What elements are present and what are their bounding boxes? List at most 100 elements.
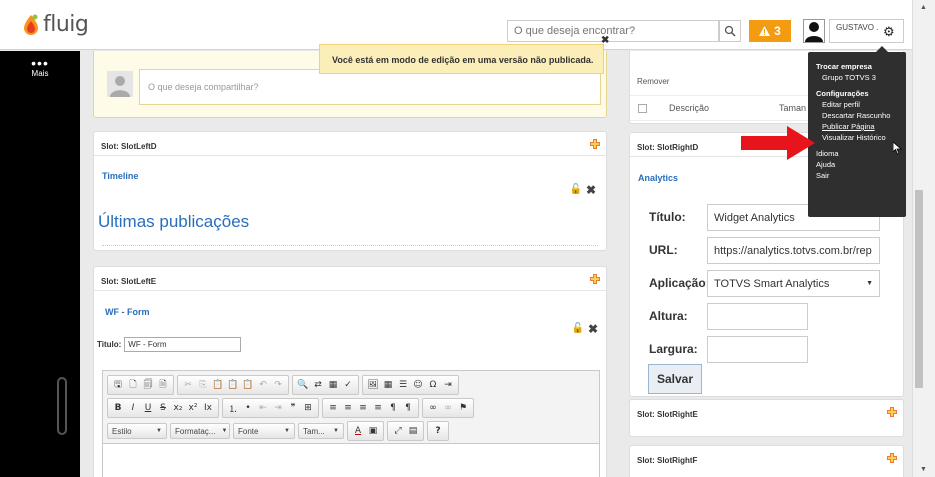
format-combo[interactable]: Formataç... ▼ [170, 423, 230, 439]
height-input[interactable] [707, 303, 808, 330]
page-scrollbar[interactable]: ▲ ▼ [912, 0, 935, 477]
search-box[interactable] [507, 20, 719, 42]
strike-icon[interactable]: S [156, 401, 170, 415]
smiley-icon[interactable]: ☺ [411, 378, 425, 392]
numbered-list-icon[interactable]: ⒈ [226, 401, 240, 415]
underline-icon[interactable]: U [141, 401, 155, 415]
show-blocks-icon[interactable]: ▤ [406, 424, 420, 438]
replace-icon[interactable]: ⇄ [311, 378, 325, 392]
col-description[interactable]: Descrição [669, 103, 709, 113]
menu-edit-profile[interactable]: Editar perfil [808, 99, 906, 110]
new-page-icon[interactable]: 🗋 [126, 378, 140, 392]
title-field-input[interactable]: WF - Form [124, 337, 242, 352]
outdent-icon[interactable]: ⇤ [256, 401, 270, 415]
maximize-icon[interactable]: ⤢ [391, 424, 405, 438]
unlink-icon[interactable]: ∞ [441, 401, 455, 415]
lock-icon[interactable]: 🔓 [570, 184, 582, 195]
italic-icon[interactable]: I [126, 401, 140, 415]
cut-icon[interactable]: ✂ [181, 378, 195, 392]
rtl-icon[interactable]: ¶ [401, 401, 415, 415]
ltr-icon[interactable]: ¶ [386, 401, 400, 415]
more-dots-icon[interactable]: ••• [0, 56, 80, 70]
scroll-up-icon[interactable]: ▲ [920, 4, 927, 11]
indent-icon[interactable]: ⇥ [271, 401, 285, 415]
align-right-icon[interactable]: ≡ [356, 401, 370, 415]
lock-icon[interactable]: 🔓 [572, 323, 584, 334]
subscript-icon[interactable]: x₂ [171, 401, 185, 415]
mouse-cursor-icon [893, 142, 902, 155]
align-left-icon[interactable]: ≡ [326, 401, 340, 415]
close-icon[interactable]: ✖ [586, 183, 596, 197]
menu-publish-page[interactable]: Publicar Página [808, 121, 906, 132]
redo-icon[interactable]: ↷ [271, 378, 285, 392]
close-icon[interactable]: ✖ [588, 322, 598, 336]
add-widget-icon[interactable] [887, 407, 897, 417]
bg-color-icon[interactable]: ▣ [366, 424, 380, 438]
share-input[interactable]: O que deseja compartilhar? [139, 69, 601, 105]
remove-label[interactable]: Remover [637, 77, 669, 86]
align-justify-icon[interactable]: ≡ [371, 401, 385, 415]
spellcheck-icon[interactable]: ✓ [341, 378, 355, 392]
copy-icon[interactable]: ⎘ [196, 378, 210, 392]
url-input[interactable]: https://analytics.totvs.com.br/rep [707, 237, 880, 264]
font-combo[interactable]: Fonte ▼ [233, 423, 295, 439]
user-avatar[interactable] [803, 19, 825, 43]
horizontal-line-icon[interactable]: ☰ [396, 378, 410, 392]
find-icon[interactable]: 🔍 [296, 378, 310, 392]
paste-word-icon[interactable]: 📋 [241, 378, 255, 392]
paste-icon[interactable]: 📋 [211, 378, 225, 392]
menu-discard-draft[interactable]: Descartar Rascunho [808, 110, 906, 121]
more-label[interactable]: Mais [0, 69, 80, 78]
menu-logout[interactable]: Sair [808, 170, 906, 181]
fluig-logo[interactable]: fluig [22, 12, 89, 37]
text-color-icon[interactable]: A [351, 424, 365, 438]
style-combo[interactable]: Estilo ▼ [107, 423, 167, 439]
templates-icon[interactable]: 🗎 [156, 378, 170, 392]
table-icon[interactable]: ▦ [381, 378, 395, 392]
search-input[interactable] [508, 21, 718, 41]
anchor-icon[interactable]: ⚑ [456, 401, 470, 415]
select-all-icon[interactable]: ▦ [326, 378, 340, 392]
alerts-button[interactable]: 3 [749, 20, 791, 42]
add-widget-icon[interactable] [590, 139, 600, 149]
save-icon[interactable]: 🖫 [111, 378, 125, 392]
scrollbar-thumb[interactable] [915, 190, 923, 388]
superscript-icon[interactable]: x² [186, 401, 200, 415]
blockquote-icon[interactable]: ❞ [286, 401, 300, 415]
image-icon[interactable]: 🖼 [366, 378, 380, 392]
remove-format-icon[interactable]: Ix [201, 401, 215, 415]
menu-language[interactable]: Idioma [808, 148, 906, 159]
search-button[interactable] [719, 20, 741, 42]
application-select[interactable]: TOTVS Smart Analytics ▼ [707, 270, 880, 297]
user-silhouette-icon [805, 22, 823, 42]
sidebar-scroll-handle[interactable] [57, 377, 67, 435]
save-button[interactable]: Salvar [648, 364, 702, 394]
special-char-icon[interactable]: Ω [426, 378, 440, 392]
gear-icon[interactable]: ⚙ [883, 24, 895, 40]
add-widget-icon[interactable] [590, 274, 600, 284]
bold-icon[interactable]: B [111, 401, 125, 415]
undo-icon[interactable]: ↶ [256, 378, 270, 392]
page-break-icon[interactable]: ⇥ [441, 378, 455, 392]
menu-help[interactable]: Ajuda [808, 159, 906, 170]
banner-close-icon[interactable]: ✖ [601, 35, 609, 46]
scroll-down-icon[interactable]: ▼ [920, 466, 927, 473]
editor-body[interactable] [103, 443, 599, 477]
help-icon[interactable]: ? [431, 424, 445, 438]
link-icon[interactable]: ∞ [426, 401, 440, 415]
preview-icon[interactable]: 🗐 [141, 378, 155, 392]
application-select-value: TOTVS Smart Analytics [714, 277, 830, 290]
menu-view-history[interactable]: Visualizar Histórico [808, 132, 906, 143]
add-widget-icon[interactable] [887, 453, 897, 463]
col-size[interactable]: Taman [779, 103, 806, 113]
bullet-list-icon[interactable]: • [241, 401, 255, 415]
width-input[interactable] [707, 336, 808, 363]
div-icon[interactable]: ⊞ [301, 401, 315, 415]
url-label: URL: [649, 243, 678, 257]
menu-company-option[interactable]: Grupo TOTVS 3 [808, 72, 906, 83]
align-center-icon[interactable]: ≡ [341, 401, 355, 415]
title-label: Título: [649, 210, 686, 224]
paste-text-icon[interactable]: 📋 [226, 378, 240, 392]
select-all-checkbox[interactable] [638, 103, 647, 113]
size-combo[interactable]: Tam... ▼ [298, 423, 344, 439]
